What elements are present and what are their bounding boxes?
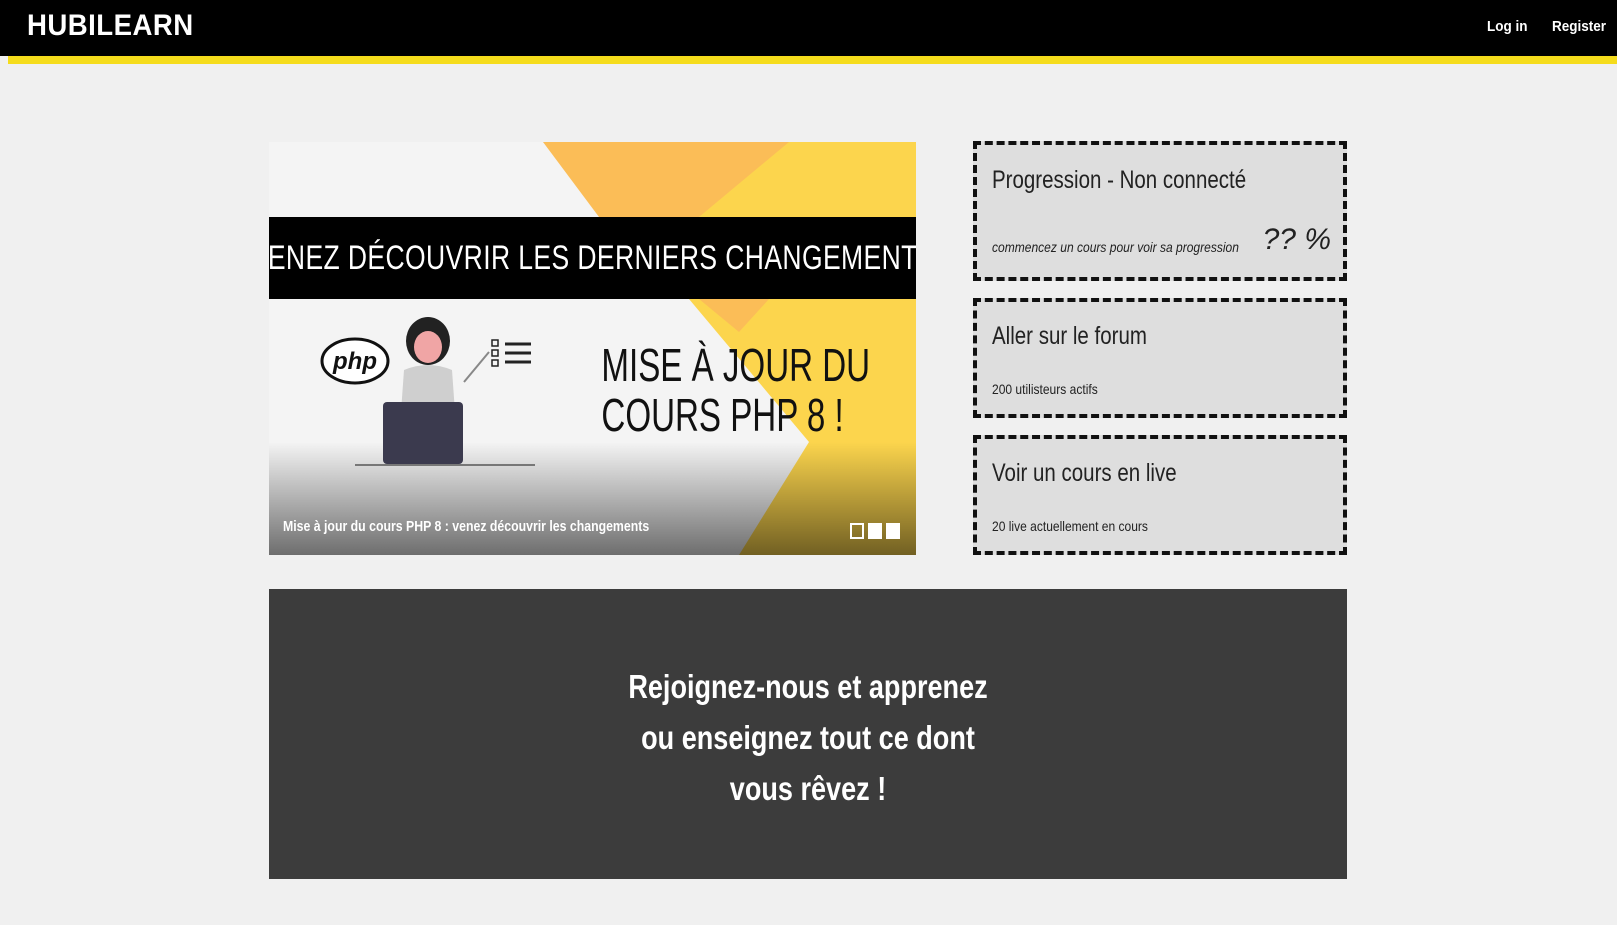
forum-card-title: Aller sur le forum xyxy=(992,322,1147,350)
progress-card-subtitle: commencez un cours pour voir sa progress… xyxy=(992,239,1239,255)
checklist-icon xyxy=(491,339,531,367)
progress-percent: ?? % xyxy=(1262,223,1331,256)
banner-text: VENEZ DÉCOUVRIR LES DERNIERS CHANGEMENTS xyxy=(269,238,916,277)
login-link[interactable]: Log in xyxy=(1487,18,1528,35)
live-card-title: Voir un cours en live xyxy=(992,459,1177,487)
news-carousel[interactable]: php VENEZ DÉCOUVRIR LES DERNIERS CHANGEM… xyxy=(269,142,916,555)
progress-card[interactable]: Progression - Non connecté commencez un … xyxy=(973,141,1347,281)
progress-card-title: Progression - Non connecté xyxy=(992,166,1247,194)
join-line-2: ou enseignez tout ce dont xyxy=(641,719,975,756)
forum-card-subtitle: 200 utilisteurs actifs xyxy=(992,381,1098,397)
carousel-indicators xyxy=(850,523,900,539)
navbar-accent-stripe xyxy=(8,56,1617,64)
brand-logo[interactable]: HUBILEARN xyxy=(27,9,194,43)
carousel-banner: VENEZ DÉCOUVRIR LES DERNIERS CHANGEMENTS xyxy=(269,217,916,299)
carousel-caption: Mise à jour du cours PHP 8 : venez décou… xyxy=(283,518,650,535)
top-navbar: HUBILEARN Log in Register xyxy=(0,0,1617,56)
join-section: Rejoignez-nous et apprenez ou enseignez … xyxy=(269,589,1347,879)
join-headline: Rejoignez-nous et apprenez ou enseignez … xyxy=(269,661,1347,814)
live-card-subtitle: 20 live actuellement en cours xyxy=(992,518,1148,534)
join-line-1: Rejoignez-nous et apprenez xyxy=(628,668,988,705)
promo-line-2: COURS PHP 8 ! xyxy=(601,389,844,441)
php-logo-text: php xyxy=(332,348,377,375)
carousel-indicator-2[interactable] xyxy=(868,523,882,539)
carousel-indicator-3[interactable] xyxy=(886,523,900,539)
promo-headline: MISE À JOUR DU COURS PHP 8 ! xyxy=(565,339,871,441)
forum-card[interactable]: Aller sur le forum 200 utilisteurs actif… xyxy=(973,298,1347,418)
live-card[interactable]: Voir un cours en live 20 live actuelleme… xyxy=(973,435,1347,555)
promo-line-1: MISE À JOUR DU xyxy=(601,339,871,391)
carousel-indicator-1[interactable] xyxy=(850,523,864,539)
join-line-3: vous rêvez ! xyxy=(729,770,887,807)
register-link[interactable]: Register xyxy=(1552,18,1606,35)
